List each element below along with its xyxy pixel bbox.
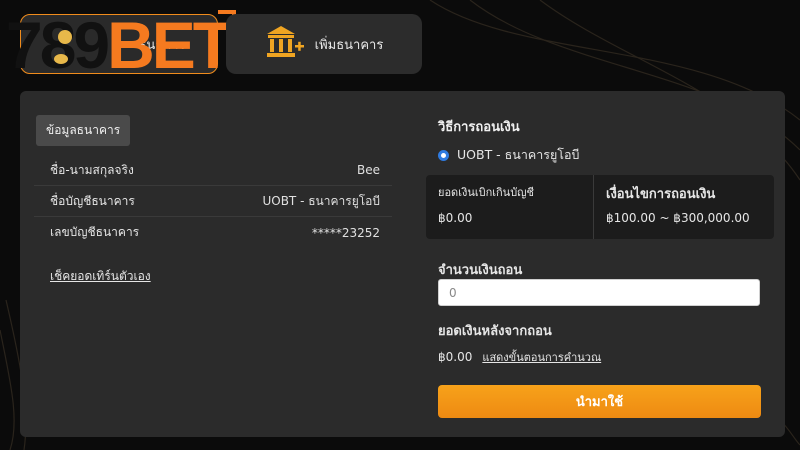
balance-label: ยอดเงินเบิกเกินบัญชี <box>438 186 535 199</box>
withdraw-summary: ยอดเงินเบิกเกินบัญชี ฿0.00 เงื่อนไขการถอ… <box>426 175 774 239</box>
brand-logo: 789 BET <box>6 8 236 82</box>
info-label: ชื่อบัญชีธนาคาร <box>50 193 135 208</box>
info-value: *****23252 <box>311 225 380 240</box>
self-turnover-link[interactable]: เช็คยอดเทิร์นตัวเอง <box>50 267 151 286</box>
condition-cell: เงื่อนไขการถอนเงิน ฿100.00 ~ ฿300,000.00 <box>594 175 774 239</box>
amount-input[interactable] <box>438 279 760 306</box>
info-value: Bee <box>357 163 380 177</box>
info-row-account-number: เลขบัญชีธนาคาร *****23252 <box>34 217 392 248</box>
logo-number: 789 <box>6 8 110 82</box>
after-withdraw-label: ยอดเงินหลังจากถอน <box>438 324 552 339</box>
logo-coin-icon <box>58 30 72 44</box>
after-withdraw-row: ฿0.00 แสดงขั้นตอนการคำนวณ <box>438 348 601 366</box>
bank-info-heading: ข้อมูลธนาคาร <box>36 115 131 146</box>
amount-label: จำนวนเงินถอน <box>438 263 523 278</box>
method-option-label: UOBT - ธนาคารยูโอบี <box>457 147 580 162</box>
logo-brand: BET <box>107 8 233 82</box>
balance-cell: ยอดเงินเบิกเกินบัญชี ฿0.00 <box>426 175 594 239</box>
withdraw-method-title: วิธีการถอนเงิน <box>438 120 520 135</box>
info-label: ชื่อ-นามสกุลจริง <box>50 162 134 177</box>
radio-selected-icon[interactable] <box>438 149 449 161</box>
logo-coin-icon <box>54 54 68 64</box>
info-value: UOBT - ธนาคารยูโอบี <box>262 193 380 208</box>
balance-value: ฿0.00 <box>438 211 473 225</box>
submit-button[interactable]: นำมาใช้ <box>438 385 761 418</box>
show-calculation-link[interactable]: แสดงขั้นตอนการคำนวณ <box>482 348 601 366</box>
info-row-fullname: ชื่อ-นามสกุลจริง Bee <box>34 155 392 186</box>
method-option[interactable]: UOBT - ธนาคารยูโอบี <box>438 145 579 165</box>
tab-add-bank-label: เพิ่มธนาคาร <box>314 37 384 53</box>
withdraw-panel: ข้อมูลธนาคาร ชื่อ-นามสกุลจริง Bee ชื่อบั… <box>20 91 785 437</box>
bank-plus-icon <box>265 25 305 63</box>
info-row-account-name: ชื่อบัญชีธนาคาร UOBT - ธนาคารยูโอบี <box>34 186 392 217</box>
after-withdraw-value: ฿0.00 <box>438 350 473 364</box>
condition-label: เงื่อนไขการถอนเงิน <box>606 187 716 202</box>
tab-add-bank[interactable]: เพิ่มธนาคาร <box>226 14 422 74</box>
info-label: เลขบัญชีธนาคาร <box>50 225 140 239</box>
condition-value: ฿100.00 ~ ฿300,000.00 <box>606 211 750 225</box>
